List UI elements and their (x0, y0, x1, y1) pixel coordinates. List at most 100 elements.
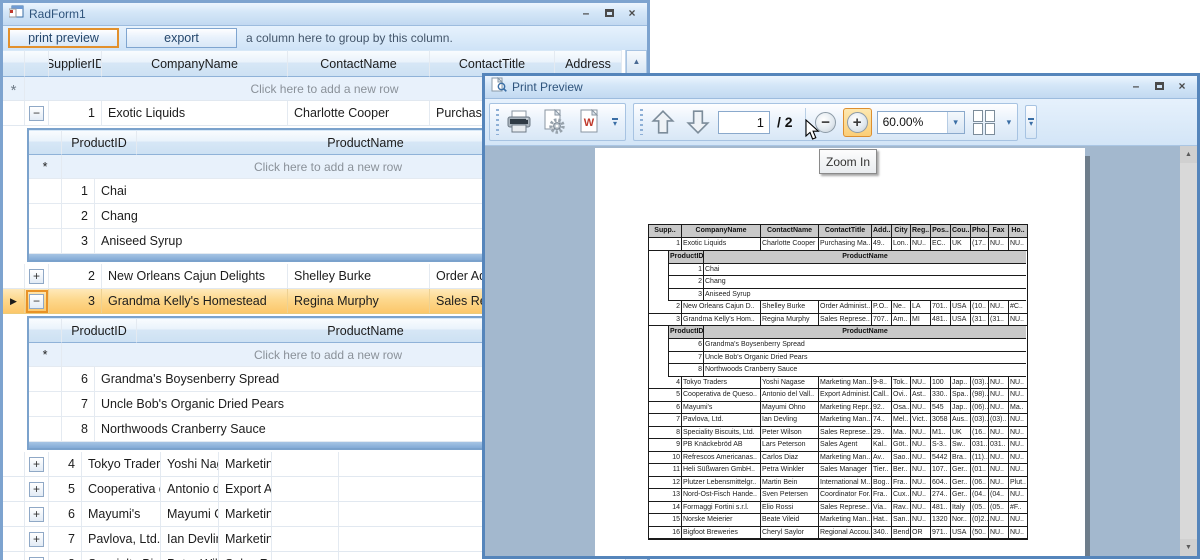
cell-companyname[interactable]: New Orleans Cajun Delights (102, 264, 288, 288)
cell-contactname[interactable]: Ian Devling (161, 527, 219, 551)
cell-supplierid[interactable]: 6 (49, 502, 82, 526)
cell-address[interactable] (272, 452, 339, 476)
cell-contactname[interactable]: Regina Murphy (288, 289, 430, 313)
cell-supplierid[interactable]: 2 (49, 264, 102, 288)
expand-icon[interactable]: + (29, 531, 44, 547)
cell-contacttitle[interactable]: Sales Representative (219, 552, 272, 560)
scroll-up-icon[interactable]: ▲ (1180, 146, 1197, 163)
cell-companyname[interactable]: Mayumi's (82, 502, 161, 526)
expander-cell[interactable]: − (25, 101, 49, 125)
zoom-level-value: 60.00% (882, 114, 924, 129)
preview-header-cell: ContactTitle (819, 225, 872, 238)
radform-titlebar[interactable]: RadForm1 – × (3, 3, 647, 26)
print-button[interactable] (504, 107, 534, 137)
cell-supplierid[interactable]: 4 (49, 452, 82, 476)
preview-supplier-row: 13 Nord-Ost-Fisch Hande.. Sven Petersen Coo… (649, 489, 1027, 502)
cell-companyname[interactable]: Cooperativa de Quesos 'Las Cabras' (82, 477, 161, 501)
cell-supplierid[interactable]: 8 (49, 552, 82, 560)
preview-subgrid-header: ProductID ProductName (649, 326, 1027, 339)
cell-address[interactable] (272, 502, 339, 526)
collapse-icon[interactable]: − (29, 105, 44, 121)
minimize-icon[interactable]: – (1127, 79, 1145, 95)
cell-companyname[interactable]: Exotic Liquids (102, 101, 288, 125)
expander-cell[interactable]: + (25, 264, 49, 288)
cell-supplierid[interactable]: 3 (49, 289, 102, 313)
cell-contactname[interactable]: Charlotte Cooper (288, 101, 430, 125)
maximize-icon[interactable] (600, 6, 618, 22)
export-button[interactable]: export (126, 28, 237, 48)
cell-productid[interactable]: 3 (62, 229, 95, 253)
new-row-icon: * (29, 155, 62, 178)
cell-contacttitle[interactable]: Marketing Manager (219, 527, 272, 551)
cell-address[interactable] (272, 527, 339, 551)
cell-address[interactable] (272, 552, 339, 560)
preview-header-productid: ProductID (669, 326, 704, 339)
cell-productid[interactable]: 1 (62, 179, 95, 203)
zoom-in-tooltip: Zoom In (819, 149, 877, 174)
cell-supplierid[interactable]: 1 (49, 101, 102, 125)
print-settings-button[interactable] (539, 107, 569, 137)
collapse-icon[interactable]: − (29, 293, 44, 309)
scroll-down-icon[interactable]: ▼ (1180, 539, 1197, 556)
cell-contactname[interactable]: Mayumi Ohno (161, 502, 219, 526)
column-header-supplierid[interactable]: SupplierID (49, 50, 102, 77)
column-header-productid[interactable]: ProductID (62, 318, 137, 343)
cell-supplierid[interactable]: 5 (49, 477, 82, 501)
preview-vertical-scrollbar[interactable]: ▲ ▼ (1180, 146, 1197, 556)
page-number-input[interactable]: 1 (718, 110, 770, 134)
cell-productid[interactable]: 8 (62, 417, 95, 441)
cell-companyname[interactable]: Pavlova, Ltd. (82, 527, 161, 551)
next-page-button[interactable] (683, 107, 713, 137)
cell-address[interactable] (272, 477, 339, 501)
expand-icon[interactable]: + (29, 456, 44, 472)
toolbar-overflow-icon[interactable]: ▾ (609, 105, 621, 139)
expander-cell[interactable]: + (25, 502, 49, 526)
preview-supplier-row: 15 Norske Meierier Beate Vileid Marketing M… (649, 514, 1027, 527)
cell-contactname[interactable]: Yoshi Nagase (161, 452, 219, 476)
cell-productid[interactable]: 6 (62, 367, 95, 391)
print-preview-button[interactable]: print preview (8, 28, 119, 48)
toolbar-overflow-icon[interactable]: ▾ (1025, 105, 1038, 139)
expand-icon[interactable]: + (29, 556, 44, 560)
cell-contacttitle[interactable]: Marketing Representative (219, 502, 272, 526)
cell-productid[interactable]: 7 (62, 392, 95, 416)
cell-contactname[interactable]: Antonio del Valle Saavedra (161, 477, 219, 501)
expander-cell[interactable]: + (25, 477, 49, 501)
column-header-productid[interactable]: ProductID (62, 130, 137, 155)
zoom-in-button[interactable]: + (842, 107, 872, 137)
export-word-button[interactable]: W (574, 107, 604, 137)
maximize-icon[interactable] (1150, 79, 1168, 95)
combo-dropdown-icon[interactable]: ▾ (946, 111, 964, 133)
expand-icon[interactable]: + (29, 481, 44, 497)
cell-companyname[interactable]: Tokyo Traders (82, 452, 161, 476)
preview-header-productname: ProductName (704, 250, 1026, 264)
column-header-contactname[interactable]: ContactName (288, 50, 430, 77)
expander-cell[interactable]: − (25, 289, 49, 313)
expander-cell[interactable]: + (25, 552, 49, 560)
expander-cell[interactable]: + (25, 527, 49, 551)
expand-icon[interactable]: + (29, 268, 44, 284)
cell-supplierid[interactable]: 7 (49, 527, 82, 551)
page-layout-button[interactable] (970, 107, 1000, 137)
cell-productid[interactable]: 2 (62, 204, 95, 228)
cell-companyname[interactable]: Specialty Biscuits, Ltd. (82, 552, 161, 560)
toolbar-grip[interactable] (496, 109, 499, 135)
expander-cell[interactable]: + (25, 452, 49, 476)
cell-contactname[interactable]: Shelley Burke (288, 264, 430, 288)
toolbar-grip[interactable] (640, 109, 643, 135)
radform-toolbar: print preview export a column here to gr… (3, 26, 647, 50)
print-preview-titlebar[interactable]: Print Preview – × (485, 76, 1197, 99)
cell-contactname[interactable]: Peter Wilson (161, 552, 219, 560)
expand-icon[interactable]: + (29, 506, 44, 522)
previous-page-button[interactable] (648, 107, 678, 137)
cell-contacttitle[interactable]: Marketing Manager (219, 452, 272, 476)
cell-companyname[interactable]: Grandma Kelly's Homestead (102, 289, 288, 313)
close-icon[interactable]: × (623, 6, 641, 22)
zoom-level-combobox[interactable]: 60.00% ▾ (876, 110, 965, 134)
cell-contacttitle[interactable]: Export Administrator (219, 477, 272, 501)
minimize-icon[interactable]: – (577, 6, 595, 22)
close-icon[interactable]: × (1173, 79, 1191, 95)
scroll-up-icon[interactable]: ▲ (626, 50, 647, 74)
column-header-companyname[interactable]: CompanyName (102, 50, 288, 77)
layout-dropdown-icon[interactable]: ▾ (1005, 117, 1014, 128)
